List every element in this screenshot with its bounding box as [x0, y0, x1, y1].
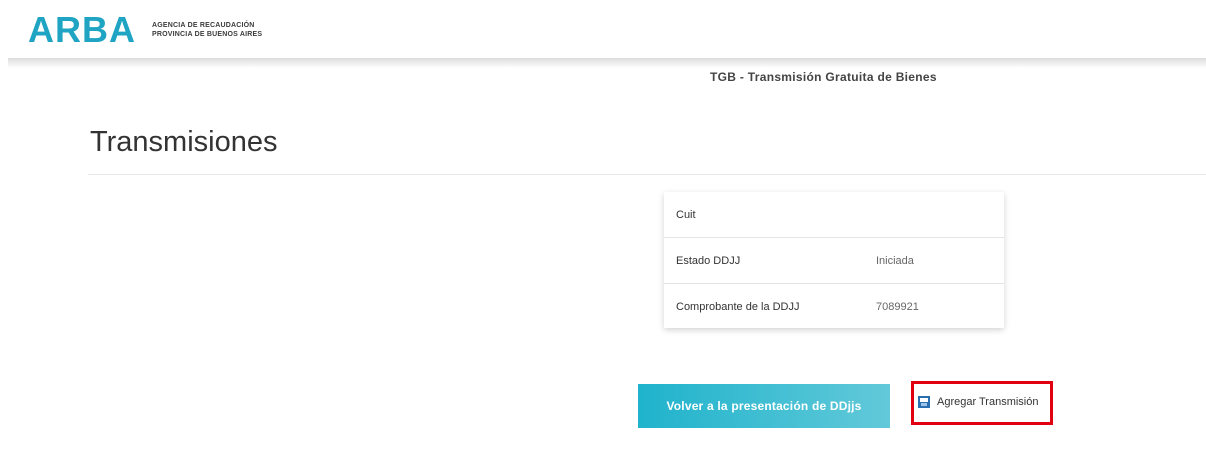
- page: ARBA AGENCIA DE RECAUDACIÓN PROVINCIA DE…: [0, 0, 1206, 468]
- add-transmission-label: Agregar Transmisión: [937, 396, 1039, 408]
- info-row-cuit: Cuit: [664, 192, 1004, 238]
- header-shadow: [8, 58, 1206, 68]
- logo-line-1: AGENCIA DE RECAUDACIÓN: [152, 22, 255, 29]
- cuit-label: Cuit: [676, 208, 696, 221]
- info-row-comprobante: Comprobante de la DDJJ 7089921: [664, 284, 1004, 329]
- add-transmission-button[interactable]: Agregar Transmisión: [918, 396, 1039, 408]
- logo-mark: ARBA: [28, 9, 136, 50]
- ddjj-info-card: Cuit Estado DDJJ Iniciada Comprobante de…: [664, 192, 1004, 328]
- header: ARBA AGENCIA DE RECAUDACIÓN PROVINCIA DE…: [0, 0, 1206, 60]
- page-title: Transmisiones: [90, 126, 278, 158]
- estado-label: Estado DDJJ: [676, 254, 741, 267]
- system-title: TGB - Transmisión Gratuita de Bienes: [710, 70, 937, 84]
- add-document-icon: [918, 396, 930, 408]
- arba-logo[interactable]: ARBA AGENCIA DE RECAUDACIÓN PROVINCIA DE…: [28, 12, 262, 48]
- info-row-estado: Estado DDJJ Iniciada: [664, 238, 1004, 284]
- back-to-ddjj-button[interactable]: Volver a la presentación de DDjjs: [638, 384, 890, 428]
- comprobante-label: Comprobante de la DDJJ: [676, 300, 800, 313]
- title-divider: [88, 174, 1206, 175]
- comprobante-value: 7089921: [876, 300, 919, 313]
- logo-line-2: PROVINCIA DE BUENOS AIRES: [152, 31, 263, 38]
- estado-value: Iniciada: [876, 254, 914, 267]
- logo-text: AGENCIA DE RECAUDACIÓN PROVINCIA DE BUEN…: [152, 21, 262, 39]
